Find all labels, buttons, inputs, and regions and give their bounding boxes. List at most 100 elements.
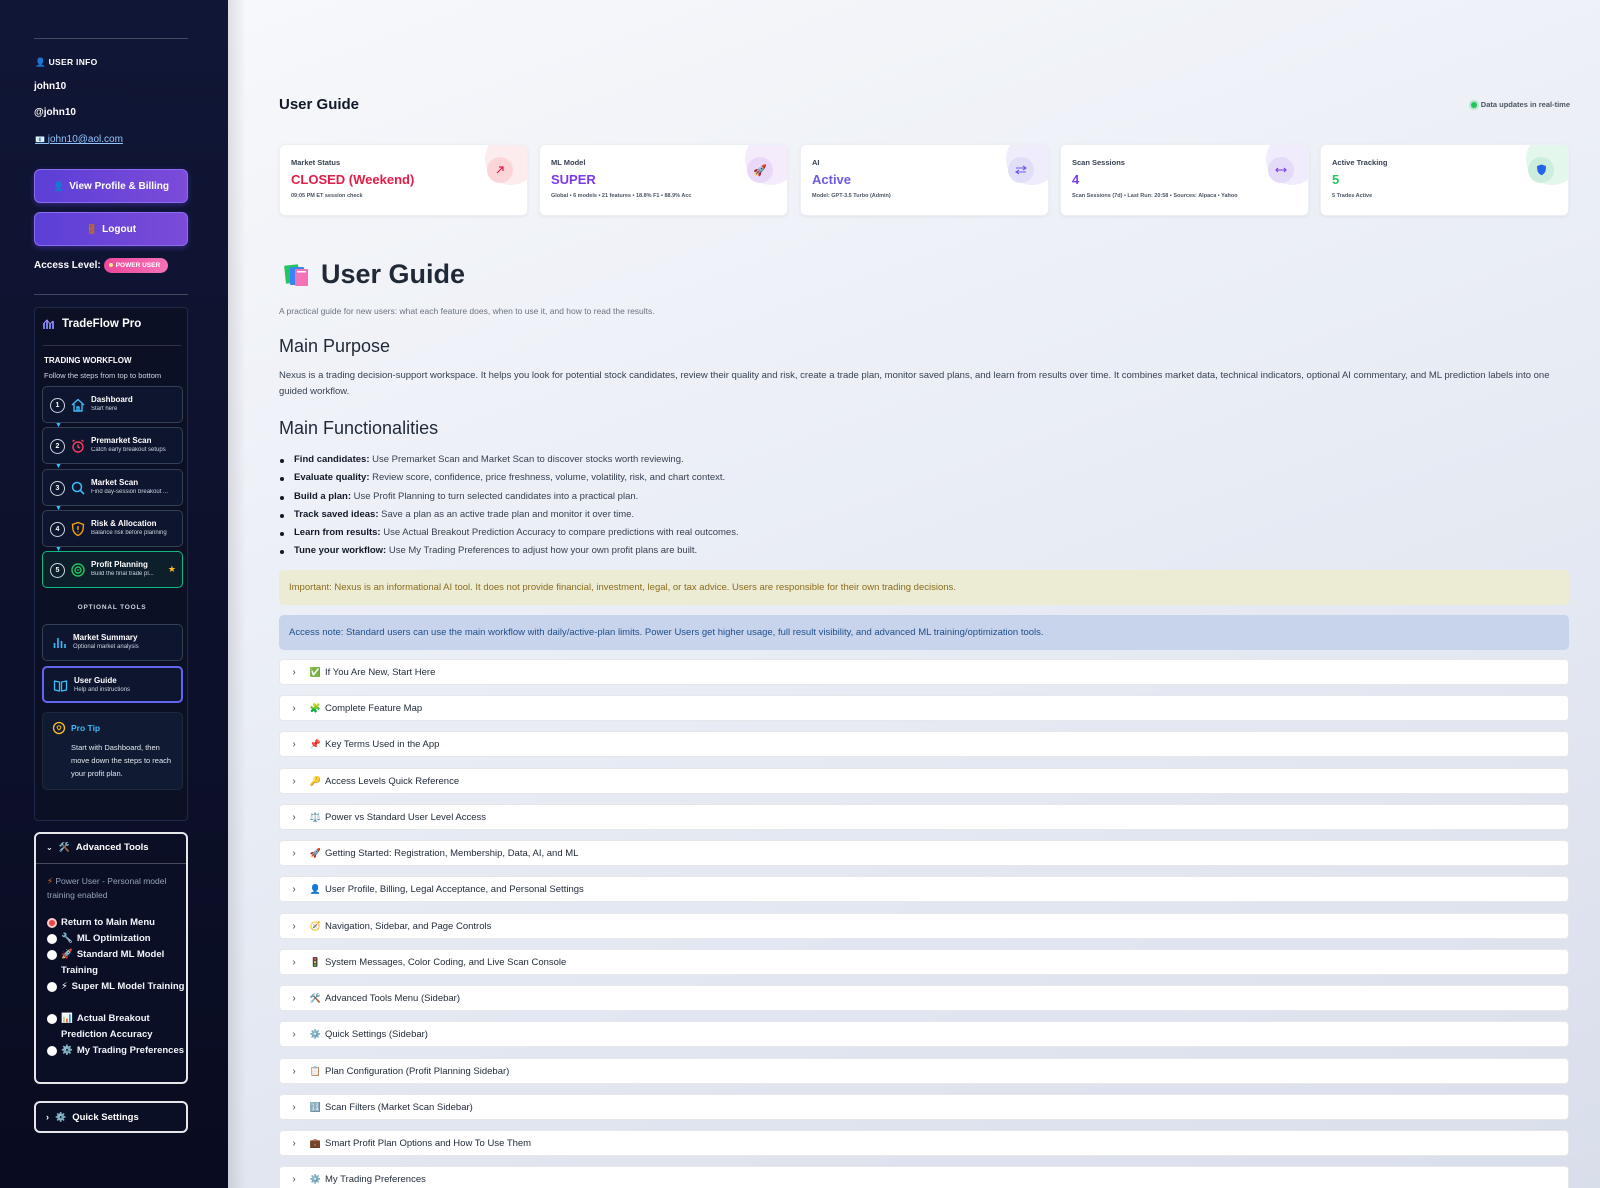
- view-profile-billing-button[interactable]: 👤 View Profile & Billing: [34, 169, 188, 203]
- logout-button[interactable]: 🚪 Logout: [34, 212, 188, 246]
- list-item: Evaluate quality: Review score, confiden…: [279, 469, 1079, 487]
- disclaimer-alert: Important: Nexus is an informational AI …: [279, 570, 1569, 605]
- quick-settings-toggle[interactable]: › ⚙️ Quick Settings: [34, 1101, 188, 1133]
- gear-icon: ⚙️: [309, 1028, 322, 1039]
- section-feature-map[interactable]: › 🧩 Complete Feature Map: [279, 695, 1569, 721]
- optional-tool-market-summary[interactable]: Market Summary Optional market analysis: [42, 624, 183, 661]
- adv-option-return-main-menu[interactable]: Return to Main Menu: [47, 915, 185, 931]
- list-item: Track saved ideas: Save a plan as an act…: [279, 506, 1079, 524]
- gear-icon: ⚙️: [309, 1173, 322, 1184]
- section-new-start-here[interactable]: › ✅ If You Are New, Start Here: [279, 659, 1569, 685]
- radio-button[interactable]: [47, 934, 57, 944]
- chevron-right-icon: ›: [292, 1137, 296, 1149]
- rocket-icon: 🚀: [61, 949, 73, 960]
- numbers-icon: 🔢: [309, 1101, 322, 1112]
- compass-icon: 🧭: [309, 920, 322, 931]
- workflow-step-dashboard[interactable]: 1 Dashboard Start here: [42, 386, 183, 423]
- section-getting-started[interactable]: › 🚀 Getting Started: Registration, Members…: [279, 840, 1569, 866]
- workflow-heading: TRADING WORKFLOW: [44, 356, 132, 365]
- optional-tool-user-guide[interactable]: User Guide Help and instructions: [42, 666, 183, 703]
- rocket-icon: 🚀: [309, 847, 322, 858]
- radio-button[interactable]: [47, 950, 57, 960]
- tools-icon: 🛠️: [58, 842, 70, 852]
- book-icon: [53, 680, 68, 692]
- workflow-step-market-scan[interactable]: 3 Market Scan Find day-session breakout …: [42, 469, 183, 506]
- section-power-vs-standard[interactable]: › ⚖️ Power vs Standard User Level Access: [279, 804, 1569, 830]
- gear-icon: ⚙️: [61, 1045, 73, 1056]
- chevron-right-icon: ›: [46, 1112, 49, 1122]
- section-advanced-tools-menu[interactable]: › 🛠️ Advanced Tools Menu (Sidebar): [279, 985, 1569, 1011]
- adv-option-super-ml-training[interactable]: ⚡ Super ML Model Training: [47, 979, 185, 995]
- radio-button[interactable]: [47, 1014, 57, 1024]
- section-user-profile[interactable]: › 👤 User Profile, Billing, Legal Acceptanc…: [279, 876, 1569, 902]
- guide-header: User Guide: [283, 259, 465, 290]
- chevron-right-icon: ›: [292, 811, 296, 823]
- scan-icon: [1268, 157, 1294, 183]
- sidebar-shadow: [228, 0, 246, 1188]
- brand: TradeFlow Pro: [43, 318, 141, 330]
- user-handle: @john10: [34, 107, 76, 118]
- chevron-right-icon: ›: [292, 1101, 296, 1113]
- shield-icon: [71, 521, 85, 537]
- adv-option-ml-optimization[interactable]: 🔧 ML Optimization: [47, 931, 185, 947]
- adv-option-trading-preferences[interactable]: ⚙️ My Trading Preferences: [47, 1043, 185, 1059]
- star-icon: ★: [167, 564, 176, 574]
- section-access-levels[interactable]: › 🔑 Access Levels Quick Reference: [279, 768, 1569, 794]
- adv-option-standard-ml-training[interactable]: 🚀 Standard ML Model Training: [47, 947, 185, 979]
- clipboard-icon: 📋: [309, 1065, 322, 1076]
- section-smart-profit-plan[interactable]: › 💼 Smart Profit Plan Options and How To U…: [279, 1130, 1569, 1156]
- target-icon: [71, 563, 85, 577]
- home-icon: [71, 398, 85, 412]
- workflow-step-risk-allocation[interactable]: 4 Risk & Allocation Balance risk before …: [42, 510, 183, 547]
- workflow-step-profit-planning[interactable]: 5 Profit Planning Build the final trade …: [42, 551, 183, 588]
- gear-icon: ⚙️: [55, 1111, 67, 1122]
- lightning-icon: ⚡: [47, 876, 53, 886]
- chevron-right-icon: ›: [292, 1028, 296, 1040]
- section-key-terms[interactable]: › 📌 Key Terms Used in the App: [279, 731, 1569, 757]
- section-plan-configuration[interactable]: › 📋 Plan Configuration (Profit Planning Si…: [279, 1058, 1569, 1084]
- chevron-right-icon: ›: [292, 992, 296, 1004]
- chevron-right-icon: ›: [292, 847, 296, 859]
- guide-subtitle: A practical guide for new users: what ea…: [279, 306, 655, 316]
- functionalities-list: Find candidates: Use Premarket Scan and …: [279, 451, 1079, 561]
- traffic-light-icon: 🚦: [309, 956, 322, 967]
- adv-option-prediction-accuracy[interactable]: 📊 Actual Breakout Prediction Accuracy: [47, 1011, 185, 1043]
- list-item: Find candidates: Use Premarket Scan and …: [279, 451, 1079, 469]
- tools-icon: 🛠️: [309, 992, 322, 1003]
- pro-tip: Pro Tip Start with Dashboard, then move …: [42, 712, 183, 790]
- card-active-tracking: Active Tracking 5 5 Trades Active: [1320, 144, 1569, 216]
- section-my-trading-preferences[interactable]: › ⚙️ My Trading Preferences: [279, 1166, 1569, 1188]
- main-functionalities-heading: Main Functionalities: [279, 418, 439, 438]
- section-scan-filters[interactable]: › 🔢 Scan Filters (Market Scan Sidebar): [279, 1094, 1569, 1120]
- scales-icon: ⚖️: [309, 811, 322, 822]
- radio-button[interactable]: [47, 982, 57, 992]
- chevron-right-icon: ›: [292, 775, 296, 787]
- shield-icon: [1528, 157, 1554, 183]
- optional-tools-heading: OPTIONAL TOOLS: [77, 604, 147, 611]
- card-ml-model: 🚀 ML Model SUPER Global • 6 models • 21 …: [539, 144, 788, 216]
- main-purpose-heading: Main Purpose: [279, 336, 391, 356]
- user-email-link[interactable]: 📧 john10@aol.com: [35, 134, 123, 145]
- section-system-messages[interactable]: › 🚦 System Messages, Color Coding, and Liv…: [279, 949, 1569, 975]
- user-icon: 👤: [35, 57, 46, 67]
- key-icon: 🔑: [309, 775, 322, 786]
- chevron-right-icon: ›: [292, 1173, 296, 1185]
- envelope-icon: 📧: [35, 135, 45, 144]
- advanced-tools-toggle[interactable]: ⌄ 🛠️ Advanced Tools: [46, 842, 149, 853]
- divider: [36, 863, 186, 864]
- briefcase-icon: 💼: [309, 1137, 322, 1148]
- card-scan-sessions: Scan Sessions 4 Scan Sessions (7d) • Las…: [1060, 144, 1309, 216]
- radio-button[interactable]: [47, 1046, 57, 1056]
- card-ai: AI Active Model: GPT-3.5 Turbo (Admin): [800, 144, 1049, 216]
- workflow-panel: TradeFlow Pro TRADING WORKFLOW Follow th…: [34, 307, 188, 821]
- section-quick-settings[interactable]: › ⚙️ Quick Settings (Sidebar): [279, 1021, 1569, 1047]
- radio-button-selected[interactable]: [47, 918, 57, 928]
- card-market-status: Market Status CLOSED (Weekend) 09:05 PM …: [279, 144, 528, 216]
- workflow-step-premarket-scan[interactable]: 2 Premarket Scan Catch early breakout se…: [42, 427, 183, 464]
- chevron-right-icon: ›: [292, 702, 296, 714]
- chevron-right-icon: ›: [292, 956, 296, 968]
- access-level: Access Level: POWER USER: [34, 258, 169, 273]
- user-icon: 👤: [52, 180, 65, 191]
- section-navigation[interactable]: › 🧭 Navigation, Sidebar, and Page Controls: [279, 913, 1569, 939]
- divider: [34, 294, 188, 295]
